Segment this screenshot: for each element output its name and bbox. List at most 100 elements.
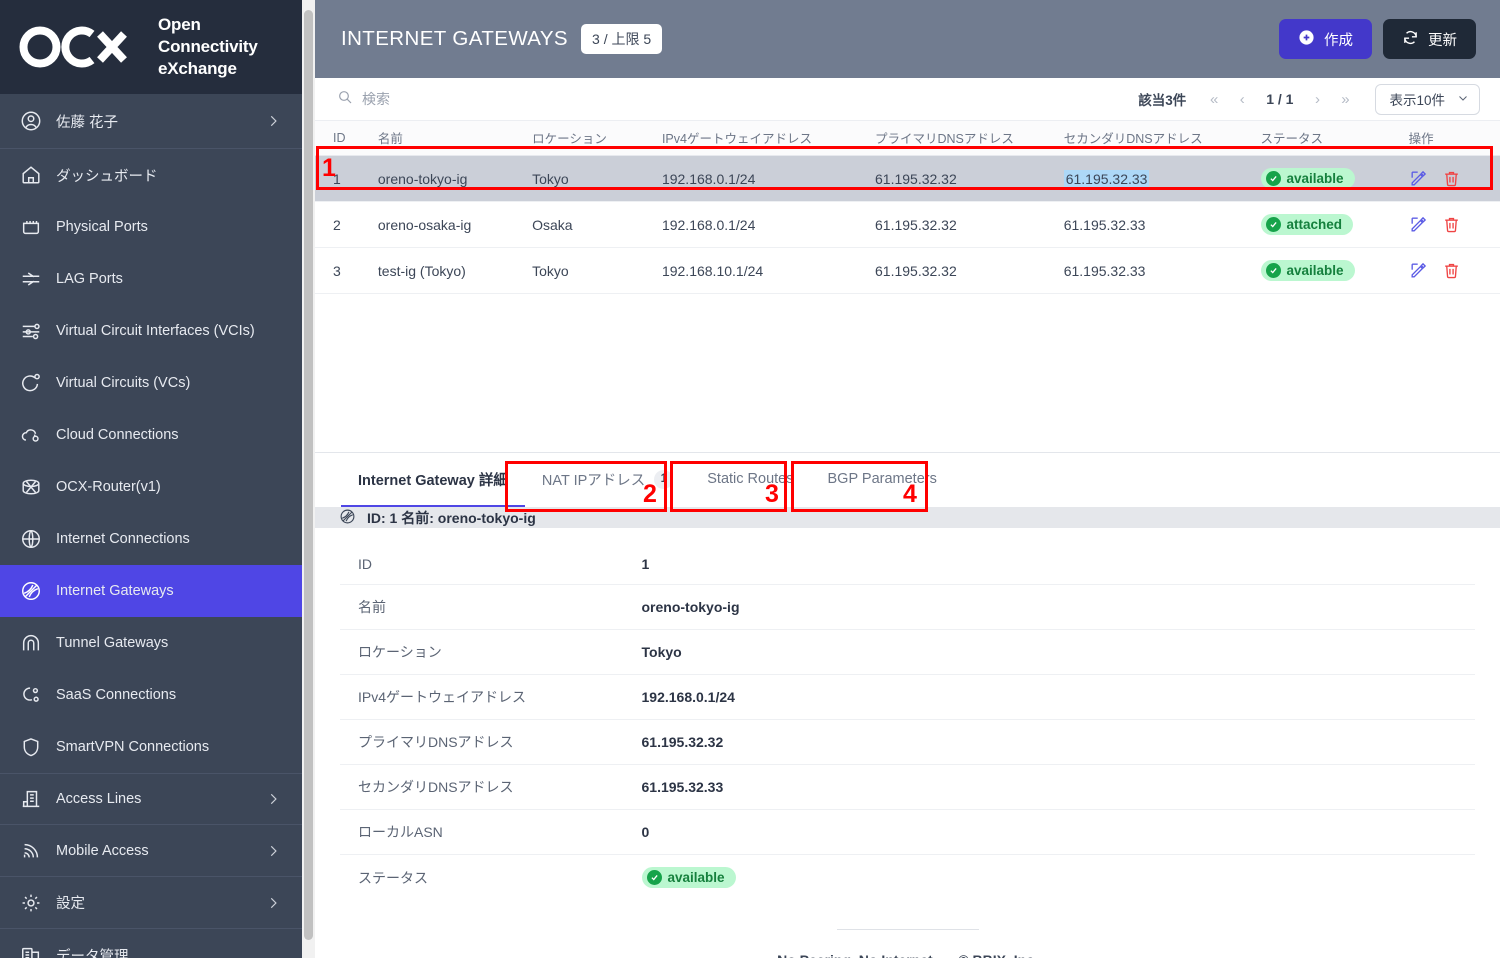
circuit-icon bbox=[20, 372, 42, 394]
detail-row-location: ロケーション Tokyo bbox=[340, 630, 1476, 675]
delete-button[interactable] bbox=[1442, 169, 1461, 188]
create-button[interactable]: 作成 bbox=[1279, 19, 1372, 59]
sidebar-item-vcis[interactable]: Virtual Circuit Interfaces (VCIs) bbox=[0, 305, 302, 357]
cell-dns1: 61.195.32.32 bbox=[875, 248, 1064, 294]
search-box[interactable] bbox=[337, 89, 702, 110]
sidebar-item-internet-gateways[interactable]: Internet Gateways bbox=[0, 565, 302, 617]
sidebar-item-dashboard[interactable]: ダッシュボード bbox=[0, 149, 302, 201]
tab-internet-gateway-detail[interactable]: Internet Gateway 詳細 bbox=[341, 453, 525, 507]
cell-dns1: 61.195.32.32 bbox=[875, 156, 1064, 202]
scrollbar-thumb[interactable] bbox=[304, 10, 313, 940]
gear-icon bbox=[20, 892, 42, 914]
sidebar-item-access-lines[interactable]: Access Lines bbox=[0, 773, 302, 825]
refresh-button-label: 更新 bbox=[1428, 29, 1457, 50]
search-input[interactable] bbox=[362, 91, 702, 107]
sidebar-item-label: 設定 bbox=[56, 892, 266, 913]
table-row[interactable]: 1 oreno-tokyo-ig Tokyo 192.168.0.1/24 61… bbox=[315, 156, 1500, 202]
col-gateway: IPv4ゲートウェイアドレス bbox=[662, 121, 875, 156]
tab-label: NAT IPアドレス bbox=[542, 469, 645, 490]
tab-bgp-parameters[interactable]: BGP Parameters bbox=[811, 453, 954, 507]
chevron-right-icon bbox=[266, 844, 280, 858]
tab-label: Static Routes bbox=[707, 471, 793, 487]
cell-actions bbox=[1409, 156, 1500, 202]
first-page-button[interactable]: « bbox=[1200, 85, 1228, 113]
chevron-right-icon bbox=[266, 896, 280, 910]
prev-page-button[interactable]: ‹ bbox=[1228, 85, 1256, 113]
sidebar-item-physical-ports[interactable]: Physical Ports bbox=[0, 201, 302, 253]
detail-field-table: ID 1 名前 oreno-tokyo-ig ロケーション Tokyo IP bbox=[339, 543, 1476, 901]
building-icon bbox=[20, 788, 42, 810]
next-page-button[interactable]: › bbox=[1303, 85, 1331, 113]
saas-icon bbox=[20, 684, 42, 706]
sidebar-item-mobile-access[interactable]: Mobile Access bbox=[0, 825, 302, 877]
sidebar-item-label: Mobile Access bbox=[56, 843, 266, 859]
sidebar-item-saas-connections[interactable]: SaaS Connections bbox=[0, 669, 302, 721]
chevron-right-icon bbox=[266, 792, 280, 806]
check-circle-icon bbox=[647, 870, 662, 885]
status-badge: attached bbox=[1261, 214, 1354, 235]
table-row[interactable]: 2 oreno-osaka-ig Osaka 192.168.0.1/24 61… bbox=[315, 202, 1500, 248]
application-root: Open Connectivity eXchange 佐藤 花子 ダッシュボード bbox=[0, 0, 1500, 958]
edit-button[interactable] bbox=[1409, 169, 1428, 188]
status-badge: available bbox=[642, 867, 736, 888]
footer-text: No Peering, No Internet. --- © BBIX, Inc… bbox=[339, 952, 1476, 958]
cell-status: attached bbox=[1261, 202, 1409, 248]
cell-gateway: 192.168.0.1/24 bbox=[662, 156, 875, 202]
tab-static-routes[interactable]: Static Routes bbox=[690, 453, 810, 507]
sidebar-user-row[interactable]: 佐藤 花子 bbox=[0, 94, 302, 149]
detail-key: ID bbox=[340, 544, 642, 585]
delete-button[interactable] bbox=[1442, 261, 1461, 280]
sidebar: Open Connectivity eXchange 佐藤 花子 ダッシュボード bbox=[0, 0, 302, 958]
col-dns2: セカンダリDNSアドレス bbox=[1064, 121, 1261, 156]
tab-nat-ip-addresses[interactable]: NAT IPアドレス 1 bbox=[525, 453, 690, 507]
cell-gateway: 192.168.10.1/24 bbox=[662, 248, 875, 294]
col-actions: 操作 bbox=[1409, 121, 1500, 156]
status-badge: available bbox=[1261, 260, 1355, 281]
detail-value: Tokyo bbox=[642, 630, 1476, 675]
quota-badge: 3 / 上限 5 bbox=[581, 24, 662, 54]
cloud-icon bbox=[20, 424, 42, 446]
cell-dns2: 61.195.32.33 bbox=[1064, 248, 1261, 294]
edit-button[interactable] bbox=[1409, 261, 1428, 280]
brand-tagline: Open Connectivity eXchange bbox=[158, 14, 284, 79]
sidebar-item-label: Internet Gateways bbox=[56, 583, 280, 599]
sidebar-item-tunnel-gateways[interactable]: Tunnel Gateways bbox=[0, 617, 302, 669]
sidebar-item-settings[interactable]: 設定 bbox=[0, 877, 302, 929]
sidebar-item-label: Tunnel Gateways bbox=[56, 635, 280, 651]
header-actions: 作成 更新 bbox=[1279, 19, 1476, 59]
table-row[interactable]: 3 test-ig (Tokyo) Tokyo 192.168.10.1/24 … bbox=[315, 248, 1500, 294]
signal-icon bbox=[20, 840, 42, 862]
sidebar-item-label: Virtual Circuits (VCs) bbox=[56, 375, 280, 391]
sidebar-scrollbar[interactable] bbox=[302, 0, 315, 958]
sidebar-item-data-management[interactable]: データ管理 bbox=[0, 929, 302, 958]
detail-key: ローカルASN bbox=[340, 810, 642, 855]
check-circle-icon bbox=[1266, 263, 1281, 278]
table-header-row: ID 名前 ロケーション IPv4ゲートウェイアドレス プライマリDNSアドレス… bbox=[315, 121, 1500, 156]
status-label: attached bbox=[1287, 217, 1343, 232]
sidebar-item-smartvpn-connections[interactable]: SmartVPN Connections bbox=[0, 721, 302, 773]
page-position: 1 / 1 bbox=[1256, 91, 1303, 107]
globe-icon bbox=[20, 528, 42, 550]
col-name: 名前 bbox=[378, 121, 532, 156]
sidebar-item-cloud-connections[interactable]: Cloud Connections bbox=[0, 409, 302, 461]
sidebar-item-internet-connections[interactable]: Internet Connections bbox=[0, 513, 302, 565]
check-circle-icon bbox=[1266, 217, 1281, 232]
last-page-button[interactable]: » bbox=[1331, 85, 1359, 113]
delete-button[interactable] bbox=[1442, 215, 1461, 234]
detail-row-primary-dns: プライマリDNSアドレス 61.195.32.32 bbox=[340, 720, 1476, 765]
sidebar-item-label: データ管理 bbox=[56, 945, 280, 958]
edit-button[interactable] bbox=[1409, 215, 1428, 234]
per-page-select[interactable]: 表示10件 bbox=[1375, 84, 1480, 115]
cell-id: 2 bbox=[315, 202, 378, 248]
footer: No Peering, No Internet. --- © BBIX, Inc… bbox=[339, 929, 1476, 958]
page-header: INTERNET GATEWAYS 3 / 上限 5 作成 更新 bbox=[315, 0, 1500, 78]
sidebar-item-ocx-router[interactable]: OCX-Router(v1) bbox=[0, 461, 302, 513]
sidebar-item-label: Physical Ports bbox=[56, 219, 280, 235]
sidebar-item-lag-ports[interactable]: LAG Ports bbox=[0, 253, 302, 305]
detail-key: ロケーション bbox=[340, 630, 642, 675]
sidebar-item-vcs[interactable]: Virtual Circuits (VCs) bbox=[0, 357, 302, 409]
cell-actions bbox=[1409, 248, 1500, 294]
refresh-button[interactable]: 更新 bbox=[1383, 19, 1476, 59]
router-icon bbox=[20, 476, 42, 498]
cell-name: test-ig (Tokyo) bbox=[378, 248, 532, 294]
